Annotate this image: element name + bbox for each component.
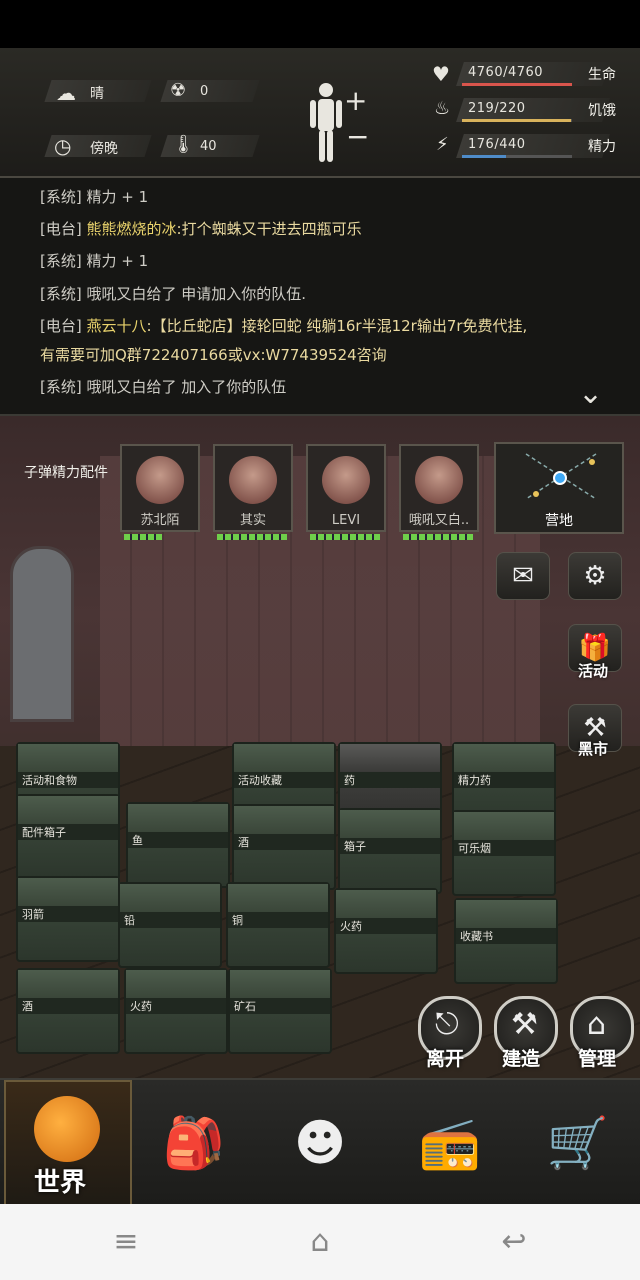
health-bar-fill (462, 83, 572, 86)
health-label: 生命 (588, 67, 616, 83)
radiation-value: 0 (200, 84, 209, 99)
events-label: 活动 (578, 662, 609, 680)
build-label: 建造 (502, 1048, 541, 1070)
energy-bar-fill (462, 155, 506, 158)
team-member-avatar[interactable]: 其实 (213, 444, 293, 540)
globe-icon (34, 1096, 100, 1162)
log-line: [系统] 哦吼又白给了 申请加入你的队伍. (40, 285, 307, 303)
status-bar (0, 0, 640, 48)
nav-shop[interactable]: 🛒 (516, 1080, 640, 1206)
home-icon[interactable]: ⌂ (300, 1222, 340, 1262)
gear-icon: ⚙ (583, 561, 607, 591)
menu-icon[interactable]: ≡ (106, 1222, 146, 1262)
storage-crate[interactable]: 配件箱子 (16, 794, 120, 880)
storage-crate[interactable]: 羽箭 (16, 876, 120, 962)
storage-crate[interactable]: 箱子 (338, 808, 442, 894)
log-line: [系统] 精力 + 1 (40, 252, 149, 270)
walkie-talkie-icon: 📻 (418, 1113, 482, 1172)
time-text: 傍晚 (90, 141, 118, 157)
storage-crate[interactable]: 可乐烟 (452, 810, 556, 896)
radiation-icon: ☢ (170, 80, 187, 101)
storage-crate[interactable]: 铜 (226, 882, 330, 968)
log-line: 有需要可加Q群722407166或vx:W77439524咨询 (40, 346, 387, 364)
temperature-value: 40 (200, 139, 217, 154)
storage-crate[interactable]: 铅 (118, 882, 222, 968)
energy-stat: ⚡ 176/440 精力 (432, 134, 632, 160)
manage-label: 管理 (578, 1048, 617, 1070)
body-status-icon[interactable]: + − (306, 80, 376, 164)
mail-button[interactable]: ✉ (496, 552, 550, 600)
camp-map-button[interactable]: 营地 (494, 442, 624, 534)
log-line: [系统] 精力 + 1 (40, 188, 149, 206)
energy-label: 精力 (588, 139, 616, 155)
head-gears-icon: ☻ (293, 1114, 347, 1172)
nav-world[interactable]: 世界 (4, 1080, 132, 1210)
settings-button[interactable]: ⚙ (568, 552, 622, 600)
nav-skills[interactable]: ☻ (258, 1080, 382, 1206)
log-line: [系统] 哦吼又白给了 加入了你的队伍 (40, 378, 287, 396)
gift-icon: 🎁 (578, 633, 612, 663)
person-exit-icon: ⎋ (435, 1007, 459, 1042)
backpack-icon: 🎒 (162, 1113, 226, 1172)
team-member-avatar[interactable]: 哦吼又白.. (399, 444, 479, 540)
window (10, 546, 74, 722)
health-value: 4760/4760 (468, 65, 544, 80)
map-icon (525, 453, 597, 500)
log-line: [电台] 熊熊燃烧的冰:打个蜘蛛又干进去四瓶可乐 (40, 220, 362, 238)
hunger-bar-fill (462, 119, 572, 122)
weather-text: 晴 (90, 86, 104, 102)
message-log[interactable]: [系统] 精力 + 1 [电台] 熊熊燃烧的冰:打个蜘蛛又干进去四瓶可乐 [系统… (0, 178, 640, 416)
world-label: 世界 (34, 1168, 87, 1198)
storage-crate[interactable]: 火药 (124, 968, 228, 1054)
nav-radio[interactable]: 📻 (388, 1080, 512, 1206)
team-member-avatar[interactable]: 苏北陌 (120, 444, 200, 540)
storage-crate[interactable]: 酒 (16, 968, 120, 1054)
camp-label: 营地 (545, 513, 573, 529)
energy-value: 176/440 (468, 137, 526, 152)
clock-icon: ◷ (54, 134, 72, 158)
hunger-value: 219/220 (468, 101, 526, 116)
ammo-energy-parts-label[interactable]: 子弹精力配件 (24, 462, 108, 482)
hammer-icon: ⚒ (511, 1007, 538, 1042)
nav-backpack[interactable]: 🎒 (132, 1080, 256, 1206)
cart-icon: 🛒 (546, 1113, 610, 1172)
storage-crate[interactable]: 酒 (232, 804, 336, 890)
heartbeat-icon: ♥ (432, 62, 450, 86)
house-gear-icon: ⌂ (587, 1007, 607, 1042)
lightning-icon: ⚡ (436, 134, 449, 155)
svg-text:+: + (344, 84, 367, 117)
thermometer-icon: 🌡 (172, 134, 195, 155)
team-member-avatar[interactable]: LEVI (306, 444, 386, 540)
envelope-icon: ✉ (512, 561, 534, 591)
log-line: [电台] 燕云十八:【比丘蛇店】接轮回蛇 纯躺16r半混12r输出7r免费代挂, (40, 317, 528, 335)
svg-text:−: − (346, 120, 369, 153)
blackmarket-label: 黑市 (578, 740, 609, 758)
storage-crate[interactable]: 矿石 (228, 968, 332, 1054)
cloud-sun-icon: ☁ (56, 81, 76, 105)
storage-crate[interactable]: 收藏书 (454, 898, 558, 984)
expand-chevron-icon[interactable]: ⌄ (578, 376, 603, 411)
hunger-stat: ♨ 219/220 饥饿 (432, 98, 632, 124)
stomach-icon: ♨ (434, 98, 451, 119)
hunger-label: 饥饿 (588, 103, 616, 119)
storage-crate[interactable]: 火药 (334, 888, 438, 974)
storage-crate[interactable]: 鱼 (126, 802, 230, 888)
system-nav-bar: ≡ ⌂ ↩ (0, 1204, 640, 1280)
leave-label: 离开 (426, 1048, 465, 1070)
back-icon[interactable]: ↩ (494, 1222, 534, 1262)
hud-panel: ☁ 晴 ☢ 0 ◷ 傍晚 🌡 40 + − ♥ 4760/4760 生命 ♨ 2… (0, 48, 640, 178)
health-stat: ♥ 4760/4760 生命 (432, 62, 632, 88)
bottom-nav: 世界 🎒 ☻ 📻 🛒 (0, 1078, 640, 1210)
shelter-room: 子弹精力配件 苏北陌 其实 LEVI 哦吼又白.. 营地 ✉ ⚙ 🎁 活动 ⚒ … (0, 416, 640, 1078)
